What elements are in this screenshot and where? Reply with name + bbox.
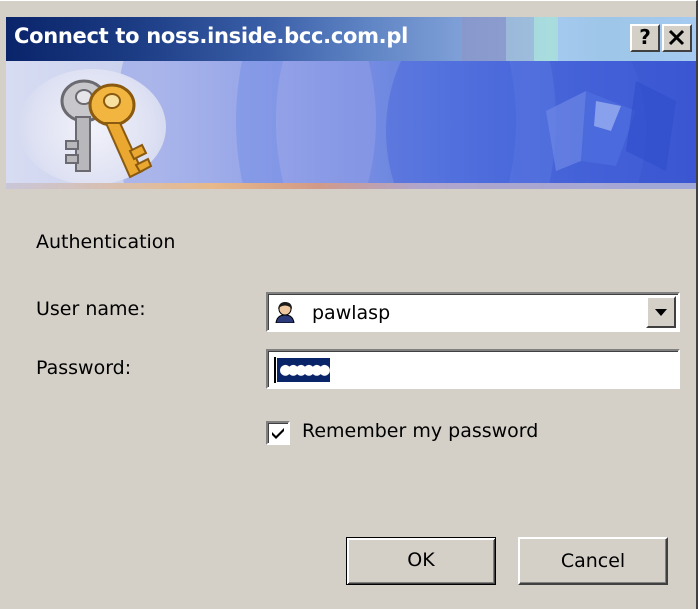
ok-button[interactable]: OK: [346, 537, 496, 585]
close-icon: [668, 29, 685, 46]
banner: [6, 61, 696, 189]
title-bar-decoration: [462, 17, 506, 61]
banner-stripe: [6, 183, 696, 189]
username-dropdown-button[interactable]: [646, 296, 676, 328]
banner-logo-graphic: [546, 81, 676, 171]
keys-icon: [60, 79, 153, 179]
username-value: pawlasp: [312, 302, 391, 324]
cancel-button[interactable]: Cancel: [518, 537, 668, 585]
remember-password-checkbox[interactable]: [266, 421, 290, 445]
section-title: Authentication: [36, 231, 176, 253]
window-title: Connect to noss.inside.bcc.com.pl: [14, 24, 408, 48]
close-button[interactable]: [662, 24, 692, 52]
username-label: User name:: [36, 298, 146, 320]
title-bar-decoration: [506, 17, 534, 61]
remember-password-label[interactable]: Remember my password: [302, 420, 538, 442]
title-bar-decoration: [534, 17, 558, 61]
title-bar[interactable]: Connect to noss.inside.bcc.com.pl ?: [6, 17, 696, 61]
chevron-down-icon: [655, 309, 667, 316]
password-label: Password:: [36, 357, 132, 379]
password-masked-value: ●●●●●●: [277, 358, 330, 382]
username-combobox[interactable]: pawlasp: [266, 292, 680, 332]
help-icon: ?: [639, 25, 651, 49]
user-icon: [274, 301, 296, 323]
password-field[interactable]: ●●●●●●: [266, 349, 680, 389]
help-button[interactable]: ?: [630, 24, 660, 52]
checkmark-icon: [272, 428, 284, 439]
login-dialog: Connect to noss.inside.bcc.com.pl ? Auth…: [0, 0, 698, 609]
text-caret: [274, 357, 276, 383]
